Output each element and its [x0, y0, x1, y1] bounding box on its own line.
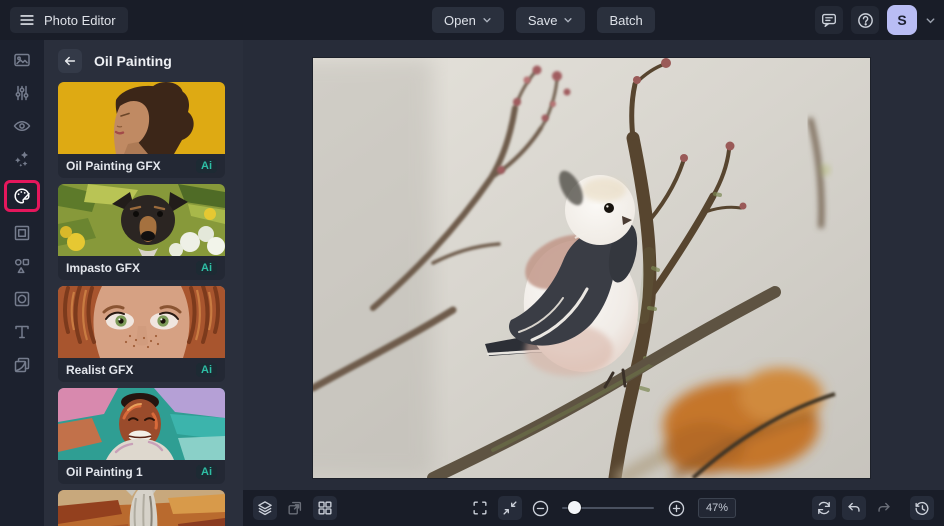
rail-item-image[interactable]: [7, 48, 37, 72]
fit-to-screen-button[interactable]: [498, 496, 522, 520]
app-menu[interactable]: Photo Editor: [10, 7, 128, 33]
bottom-toolbar: 47%: [243, 490, 944, 526]
back-button[interactable]: [58, 49, 82, 73]
rail-item-touchup[interactable]: [7, 114, 37, 138]
fullscreen-button[interactable]: [468, 496, 492, 520]
open-button[interactable]: Open: [432, 7, 504, 33]
chevron-down-icon: [564, 18, 573, 23]
ai-badge: Ai: [196, 465, 217, 479]
plus-circle-icon: [668, 500, 684, 516]
card-label: Oil Painting GFX: [66, 159, 161, 173]
chevron-down-icon: [483, 18, 491, 23]
undo-icon: [848, 502, 860, 512]
rail-item-overlays[interactable]: [7, 287, 37, 311]
image-icon: [14, 53, 30, 67]
effects-panel: Oil Painting Oil Painting GFX Ai Impasto…: [44, 40, 243, 526]
redo-button[interactable]: [872, 496, 896, 520]
fullscreen-icon: [473, 501, 487, 515]
card-thumbnail: [58, 490, 225, 526]
history-controls: [812, 496, 934, 520]
ai-badge: Ai: [196, 159, 217, 173]
app-title: Photo Editor: [44, 12, 116, 28]
feedback-button[interactable]: [815, 6, 843, 34]
text-icon: [15, 325, 29, 339]
layers-button[interactable]: [253, 496, 277, 520]
zoom-slider-handle[interactable]: [568, 501, 581, 514]
overlay-icon: [14, 291, 30, 307]
fit-screen-icon: [503, 501, 517, 515]
card-label: Realist GFX: [66, 363, 134, 377]
zoom-controls: 47%: [468, 496, 736, 520]
save-button[interactable]: Save: [515, 7, 586, 33]
sync-icon: [818, 501, 830, 515]
edited-photo[interactable]: [313, 58, 870, 478]
avatar[interactable]: S: [887, 5, 917, 35]
ai-badge: Ai: [196, 261, 217, 275]
bird-photo: [313, 58, 870, 478]
minus-circle-icon: [532, 500, 548, 516]
account-area: S: [815, 5, 936, 35]
zoom-slider[interactable]: [562, 496, 654, 520]
card-label-row: Oil Painting 1 Ai: [58, 460, 225, 484]
effect-card-realist-gfx[interactable]: Realist GFX Ai: [58, 286, 225, 382]
rail-item-text[interactable]: [7, 320, 37, 344]
card-label-row: Oil Painting GFX Ai: [58, 154, 225, 178]
compare-button[interactable]: [283, 496, 307, 520]
grid-icon: [318, 501, 332, 515]
layers-icon: [258, 501, 272, 516]
zoom-in-button[interactable]: [664, 496, 688, 520]
eye-icon: [13, 120, 31, 132]
rail-item-graphics[interactable]: [7, 254, 37, 278]
sliders-icon: [15, 85, 29, 101]
sparkles-icon: [15, 151, 28, 167]
effect-card-oil-painting-gfx[interactable]: Oil Painting GFX Ai: [58, 82, 225, 178]
texture-icon: [14, 357, 30, 373]
effect-card-oil-painting-1[interactable]: Oil Painting 1 Ai: [58, 388, 225, 484]
compare-icon: [288, 501, 302, 515]
feedback-icon: [822, 13, 836, 27]
reset-history-button[interactable]: [910, 496, 934, 520]
zoom-level-value[interactable]: 47%: [698, 498, 736, 518]
panel-title: Oil Painting: [94, 53, 172, 69]
top-bar: Photo Editor Open Save Batch S: [0, 0, 944, 40]
card-thumbnail: [58, 286, 225, 358]
undo-button[interactable]: [842, 496, 866, 520]
refresh-button[interactable]: [812, 496, 836, 520]
effect-card-impasto-gfx[interactable]: Impasto GFX Ai: [58, 184, 225, 280]
shapes-icon: [14, 258, 30, 274]
rail-item-artsy[interactable]: [4, 180, 40, 212]
menu-icon: [20, 15, 34, 25]
panel-header: Oil Painting: [44, 40, 243, 82]
card-label-row: Impasto GFX Ai: [58, 256, 225, 280]
rail-item-textures[interactable]: [7, 353, 37, 377]
card-thumbnail: [58, 184, 225, 256]
zoom-out-button[interactable]: [528, 496, 552, 520]
file-actions: Open Save Batch: [432, 7, 655, 33]
frame-icon: [14, 225, 30, 241]
palette-icon: [14, 188, 30, 204]
view-options: [253, 496, 337, 520]
help-button[interactable]: [851, 6, 879, 34]
arrow-left-icon: [64, 56, 76, 66]
card-label: Impasto GFX: [66, 261, 141, 275]
effect-card-partial[interactable]: [58, 490, 225, 526]
history-icon: [915, 501, 929, 515]
card-label: Oil Painting 1: [66, 465, 143, 479]
ai-badge: Ai: [196, 363, 217, 377]
canvas-area: 47%: [243, 40, 944, 526]
redo-icon: [878, 502, 890, 512]
rail-item-frames[interactable]: [7, 221, 37, 245]
rail-item-adjust[interactable]: [7, 81, 37, 105]
card-thumbnail: [58, 82, 225, 154]
card-thumbnail: [58, 388, 225, 460]
batch-button[interactable]: Batch: [597, 7, 655, 33]
thumbnail-grid-button[interactable]: [313, 496, 337, 520]
card-label-row: Realist GFX Ai: [58, 358, 225, 382]
account-chevron-icon[interactable]: [925, 15, 936, 26]
photo-editor-app: Photo Editor Open Save Batch S Oil Paint…: [0, 0, 944, 526]
rail-item-effects[interactable]: [7, 147, 37, 171]
help-icon: [857, 12, 873, 28]
tool-rail: [0, 40, 44, 526]
